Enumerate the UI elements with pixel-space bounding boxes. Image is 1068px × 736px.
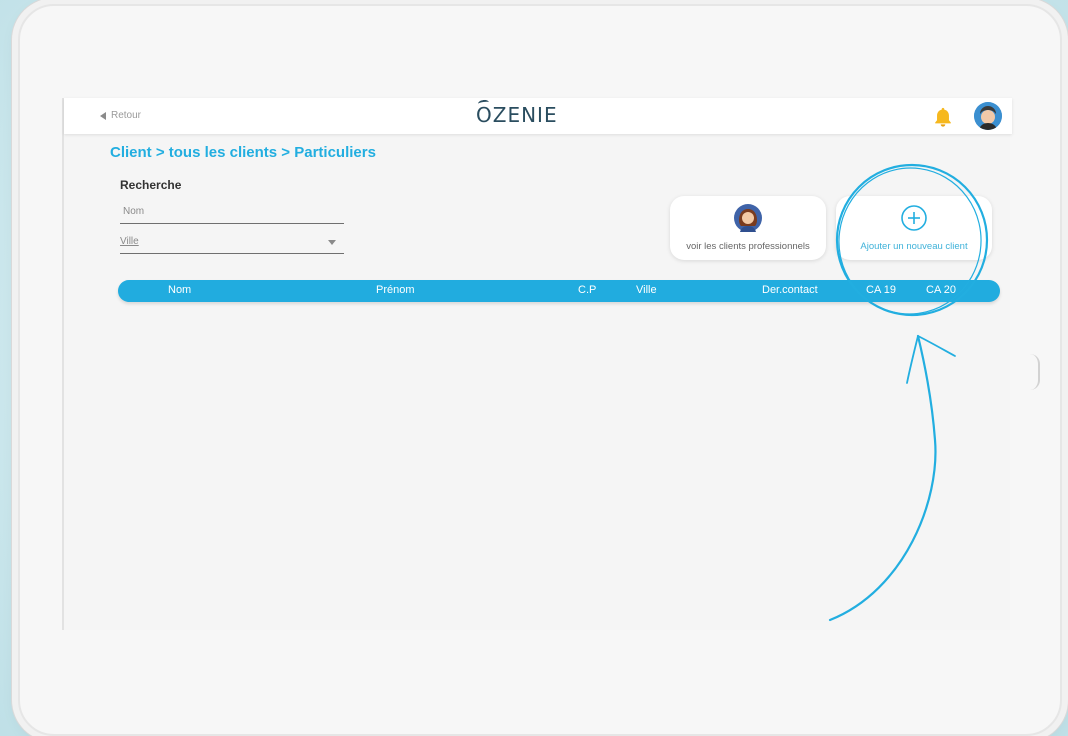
professional-avatar-icon (734, 204, 762, 232)
view-pro-clients-button[interactable]: voir les clients professionnels (670, 196, 826, 260)
back-label: Retour (111, 110, 142, 121)
app-logo: OZENIE (476, 103, 558, 127)
pro-clients-label: voir les clients professionnels (686, 241, 810, 252)
table-header: Nom Prénom C.P Ville Der.contact CA 19 C… (118, 280, 1000, 302)
ville-select[interactable]: Ville (120, 232, 344, 254)
nom-input[interactable]: Nom (120, 202, 344, 224)
logo-o: O (476, 103, 493, 127)
col-cp[interactable]: C.P (578, 284, 596, 296)
col-prenom[interactable]: Prénom (376, 284, 415, 296)
col-der-contact[interactable]: Der.contact (762, 284, 818, 296)
chevron-down-icon (328, 240, 336, 245)
breadcrumb: Client > tous les clients > Particuliers (110, 144, 376, 161)
user-avatar-icon (974, 102, 1002, 130)
add-client-button[interactable]: Ajouter un nouveau client (836, 196, 992, 260)
col-ville[interactable]: Ville (636, 284, 657, 296)
add-client-label: Ajouter un nouveau client (860, 241, 968, 252)
top-bar: Retour OZENIE (64, 98, 1012, 134)
app-screen: Retour OZENIE Client > tous les clients … (62, 98, 1012, 630)
tablet-side-edge (1030, 354, 1040, 390)
plus-circle-icon (901, 205, 927, 231)
col-ca19[interactable]: CA 19 (866, 284, 896, 296)
col-nom[interactable]: Nom (168, 284, 191, 296)
user-avatar[interactable] (974, 102, 1002, 130)
logo-text: ZENIE (492, 103, 558, 127)
back-arrow-icon (100, 111, 106, 120)
search-title: Recherche (120, 178, 182, 192)
back-button[interactable]: Retour (100, 110, 141, 121)
ville-placeholder: Ville (120, 236, 139, 247)
bell-icon[interactable] (932, 106, 954, 128)
col-ca20[interactable]: CA 20 (926, 284, 956, 296)
